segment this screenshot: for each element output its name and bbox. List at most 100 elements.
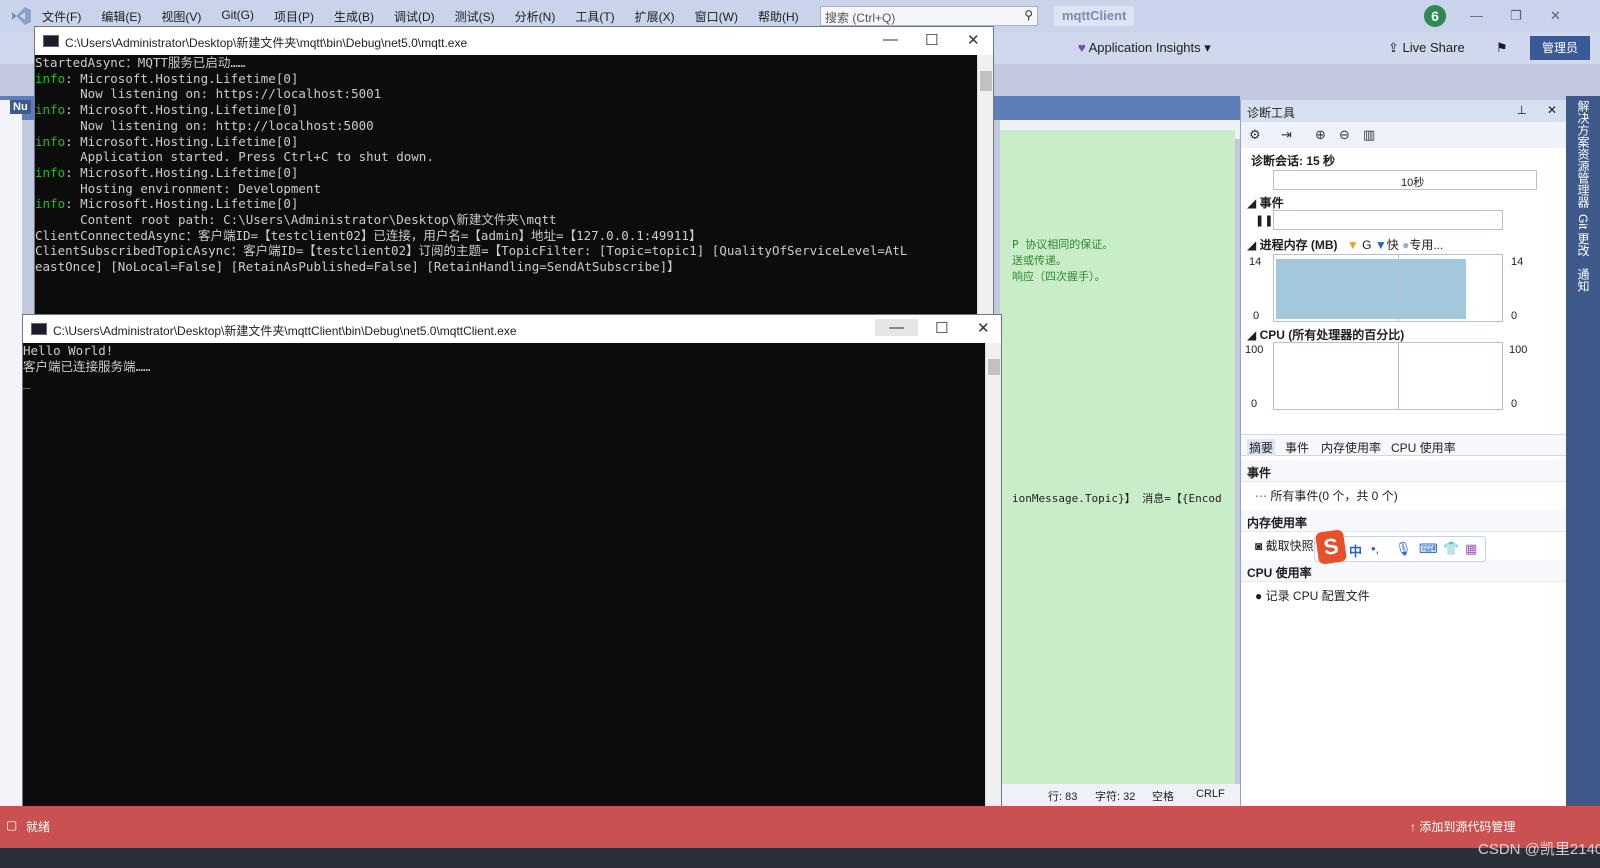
log-text: : Microsoft.Hosting.Lifetime[0] bbox=[65, 196, 299, 212]
microphone-icon[interactable]: 🎙 bbox=[1395, 541, 1412, 557]
add-to-source-control-button[interactable]: ↑ 添加到源代码管理 bbox=[1410, 818, 1515, 835]
reset-zoom-icon[interactable]: ▥ bbox=[1363, 127, 1375, 143]
console-line: eastOnce] [NoLocal=False] [RetainAsPubli… bbox=[35, 259, 975, 275]
menu-window[interactable]: 窗口(W) bbox=[695, 8, 738, 25]
code-editor[interactable] bbox=[1000, 130, 1235, 650]
client-console-window[interactable]: C:\Users\Administrator\Desktop\新建文件夹\mqt… bbox=[22, 314, 1002, 828]
gc-marker-icon: ▼ bbox=[1346, 238, 1359, 252]
restore-icon[interactable]: ❐ bbox=[1510, 8, 1522, 24]
console-line: 客户端已连接服务端…… bbox=[23, 358, 151, 374]
export-icon[interactable]: ⇥ bbox=[1281, 127, 1292, 143]
legend-snapshot: 快 bbox=[1386, 238, 1399, 252]
code-comment-line: 响应（四次握手）。 bbox=[1012, 270, 1106, 283]
minimize-icon[interactable]: — bbox=[1470, 8, 1483, 23]
tab-solution-explorer[interactable]: 解决方案资源管理器 bbox=[1575, 100, 1592, 208]
memory-axis-max-right: 14 bbox=[1511, 256, 1524, 268]
status-indicator-icon: ▢ bbox=[6, 818, 18, 832]
admin-badge[interactable]: 管理员 bbox=[1530, 36, 1590, 60]
menu-debug[interactable]: 调试(D) bbox=[394, 8, 435, 25]
code-editor-lower bbox=[1000, 650, 1235, 788]
menu-view[interactable]: 视图(V) bbox=[161, 8, 201, 25]
events-summary-row[interactable]: ⋯ 所有事件(0 个，共 0 个) bbox=[1255, 487, 1398, 504]
cpu-section-title: ◢ CPU (所有处理器的百分比) bbox=[1247, 328, 1405, 342]
nuget-tab[interactable]: Nu bbox=[10, 100, 31, 114]
camera-icon: ◙ bbox=[1255, 539, 1263, 553]
menu-help[interactable]: 帮助(H) bbox=[758, 8, 799, 25]
chart-divider bbox=[1398, 255, 1399, 321]
zoom-in-icon[interactable]: ⊕ bbox=[1315, 127, 1326, 143]
tab-notifications[interactable]: 通知 bbox=[1575, 268, 1592, 292]
app-insights-button[interactable]: ♥ Application Insights ▾ bbox=[1078, 40, 1211, 56]
punctuation-icon[interactable]: •, bbox=[1371, 541, 1379, 556]
share-icon: ⇪ bbox=[1388, 40, 1399, 55]
log-text: Application started. Press Ctrl+C to shu… bbox=[35, 149, 434, 165]
close-icon[interactable]: ✕ bbox=[1550, 8, 1561, 24]
client-console-output: Hello World! 客户端已连接服务端…… _ bbox=[23, 343, 983, 827]
feedback-icon[interactable]: ⚑ bbox=[1496, 40, 1508, 56]
tab-summary[interactable]: 摘要 bbox=[1247, 439, 1276, 456]
minimize-icon[interactable]: — bbox=[875, 319, 918, 336]
menu-test[interactable]: 测试(S) bbox=[455, 8, 495, 25]
sogou-logo-icon: S bbox=[1314, 529, 1348, 565]
search-input[interactable]: 搜索 (Ctrl+Q) ⚲ bbox=[820, 6, 1038, 26]
lightbulb-icon: ♥ bbox=[1078, 40, 1086, 55]
pause-icon[interactable]: ❚❚ bbox=[1255, 214, 1273, 227]
keyboard-icon[interactable]: ⌨ bbox=[1419, 541, 1438, 557]
diagnostic-tools-panel: 诊断工具 ⊥ ✕ ⚙ ⇥ ⊕ ⊖ ▥ 诊断会话: 15 秒 10秒 ◢ 事件 ❚… bbox=[1240, 100, 1567, 806]
tab-memory-usage[interactable]: 内存使用率 bbox=[1321, 439, 1381, 456]
tab-cpu-usage[interactable]: CPU 使用率 bbox=[1391, 439, 1456, 456]
minimize-icon[interactable]: — bbox=[883, 31, 898, 48]
ime-language-toggle[interactable]: 中 bbox=[1349, 541, 1362, 560]
timeline-tick-label: 10秒 bbox=[1401, 177, 1425, 189]
scrollbar-thumb[interactable] bbox=[988, 359, 1000, 375]
record-cpu-profile-button[interactable]: ● 记录 CPU 配置文件 bbox=[1255, 587, 1370, 604]
indent-mode: 空格 bbox=[1152, 791, 1174, 803]
console-line: ClientConnectedAsync：客户端ID=【testclient02… bbox=[35, 228, 975, 244]
ime-toolbar[interactable]: S 中 •, 🎙 ⌨ 👕 ▦ bbox=[1314, 529, 1486, 565]
menu-edit[interactable]: 编辑(E) bbox=[101, 8, 141, 25]
toolbox-icon[interactable]: ▦ bbox=[1465, 541, 1477, 557]
notification-badge[interactable]: 6 bbox=[1424, 5, 1446, 27]
log-level: info bbox=[35, 133, 66, 149]
maximize-icon[interactable]: ☐ bbox=[925, 31, 938, 49]
close-icon[interactable]: ✕ bbox=[1547, 103, 1557, 117]
server-console-titlebar[interactable]: C:\Users\Administrator\Desktop\新建文件夹\mqt… bbox=[35, 27, 993, 55]
scrollbar-thumb[interactable] bbox=[980, 71, 992, 91]
client-console-titlebar[interactable]: C:\Users\Administrator\Desktop\新建文件夹\mqt… bbox=[23, 315, 1001, 343]
record-dot-icon: ● bbox=[1255, 589, 1263, 603]
log-text: : Microsoft.Hosting.Lifetime[0] bbox=[65, 133, 299, 149]
log-level: info bbox=[35, 196, 66, 212]
menu-tools[interactable]: 工具(T) bbox=[575, 8, 614, 25]
memory-section-label: 进程内存 (MB) bbox=[1259, 238, 1338, 252]
console-line: ClientSubscribedTopicAsync：客户端ID=【testcl… bbox=[35, 243, 975, 259]
live-share-button[interactable]: ⇪ Live Share bbox=[1388, 40, 1465, 56]
console-line: _ bbox=[23, 374, 31, 390]
client-console-scrollbar[interactable] bbox=[985, 343, 1001, 827]
app-insights-label: Application Insights bbox=[1088, 40, 1201, 55]
log-level: info bbox=[35, 70, 66, 86]
menu-git[interactable]: Git(G) bbox=[221, 8, 254, 25]
log-text: Content root path: C:\Users\Administrato… bbox=[35, 212, 557, 228]
close-icon[interactable]: ✕ bbox=[967, 31, 980, 49]
add-to-source-control-label: 添加到源代码管理 bbox=[1419, 820, 1516, 834]
pin-icon[interactable]: ⊥ bbox=[1517, 103, 1527, 117]
tab-git-changes[interactable]: Git 更改 bbox=[1575, 214, 1592, 257]
search-placeholder: 搜索 (Ctrl+Q) bbox=[825, 11, 896, 25]
memory-chart bbox=[1273, 254, 1503, 322]
menu-project[interactable]: 项目(P) bbox=[274, 8, 314, 25]
close-icon[interactable]: ✕ bbox=[977, 319, 990, 337]
menu-extensions[interactable]: 扩展(X) bbox=[635, 8, 675, 25]
skin-icon[interactable]: 👕 bbox=[1443, 541, 1459, 557]
menu-build[interactable]: 生成(B) bbox=[334, 8, 374, 25]
log-text: eastOnce] [NoLocal=False] [RetainAsPubli… bbox=[35, 259, 680, 275]
menu-file[interactable]: 文件(F) bbox=[42, 8, 81, 25]
log-text: Now listening on: http://localhost:5000 bbox=[35, 117, 374, 133]
menu-analyze[interactable]: 分析(N) bbox=[515, 8, 556, 25]
line-number: 行: 83 bbox=[1048, 791, 1078, 803]
tab-events[interactable]: 事件 bbox=[1285, 439, 1309, 456]
settings-icon[interactable]: ⚙ bbox=[1249, 127, 1261, 143]
zoom-out-icon[interactable]: ⊖ bbox=[1339, 127, 1350, 143]
search-icon: ⚲ bbox=[1024, 8, 1033, 22]
take-snapshot-button[interactable]: ◙ 截取快照 bbox=[1255, 537, 1314, 554]
maximize-icon[interactable]: ☐ bbox=[935, 319, 948, 337]
